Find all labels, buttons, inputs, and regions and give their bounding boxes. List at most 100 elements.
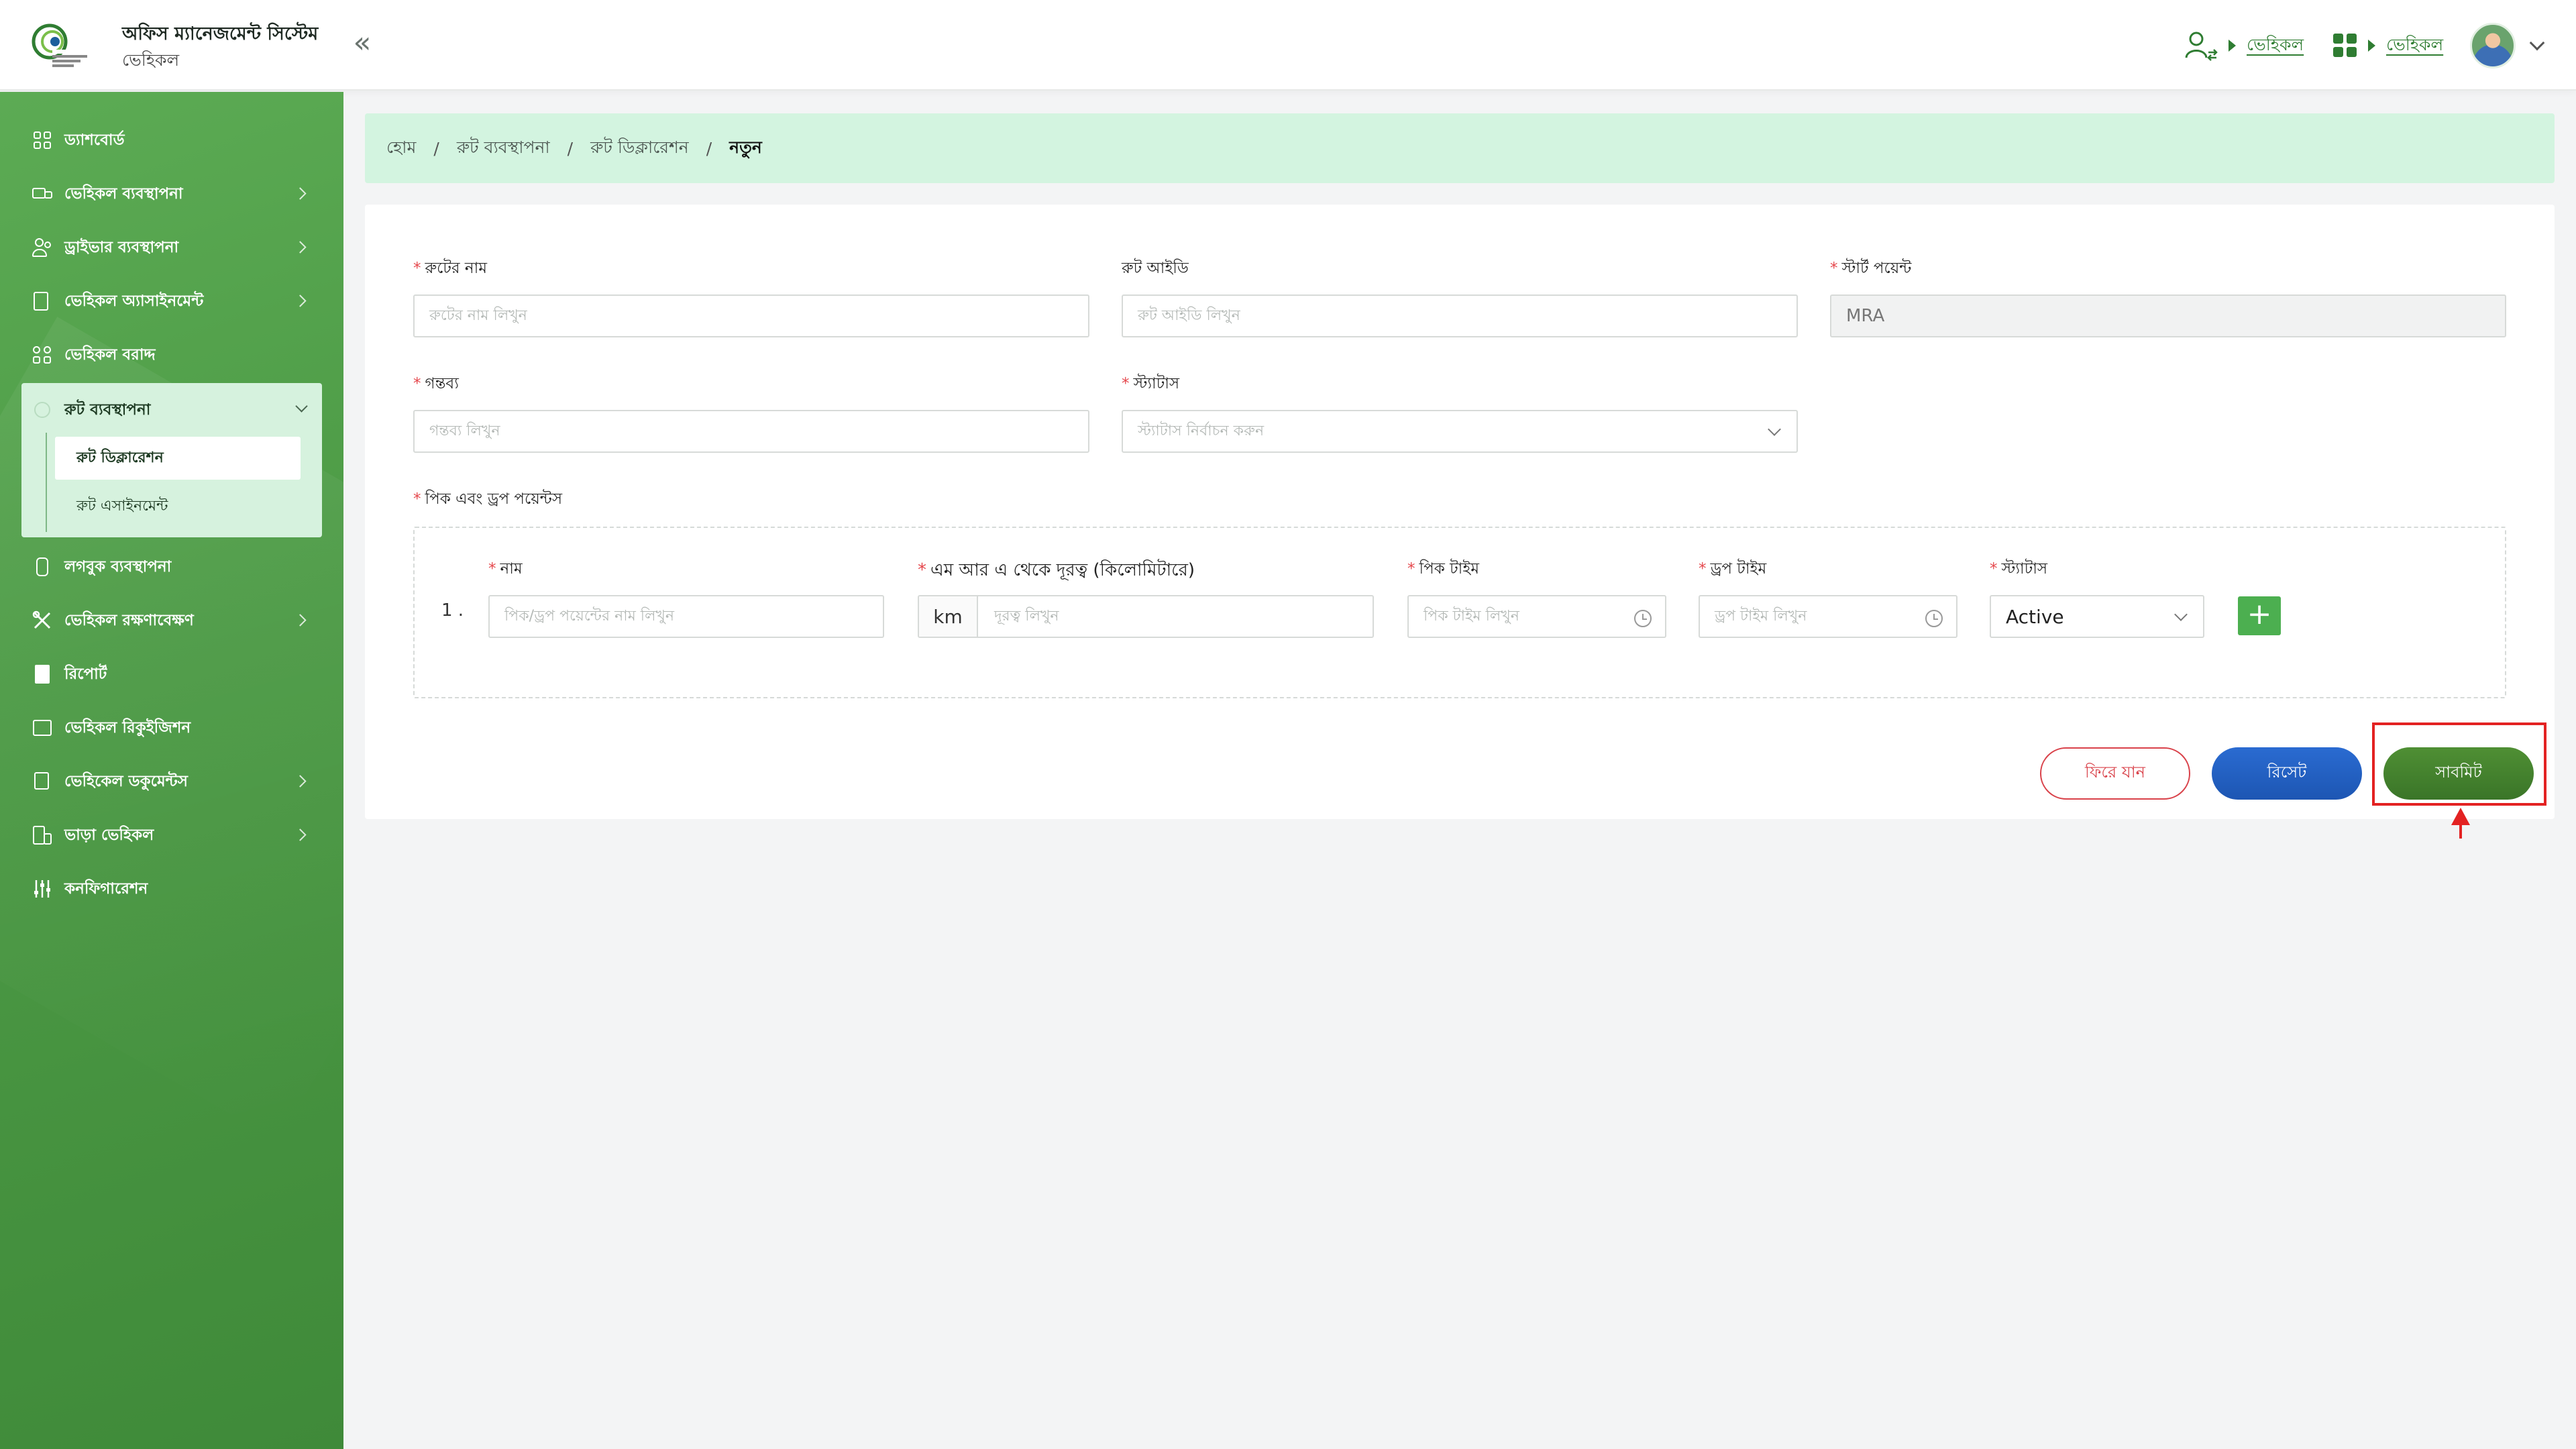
- config-icon: [32, 879, 52, 899]
- sidebar-item-rental-vehicle[interactable]: ভাড়া ভেহিকল: [0, 808, 343, 862]
- sidebar-item-label: ভেহিকল অ্যাসাইনমেন্ট: [64, 292, 204, 310]
- pd-pick-time-label: * পিক টাইম: [1407, 560, 1480, 578]
- requisition-icon: [32, 718, 52, 738]
- sidebar-item-logbook-management[interactable]: লগবুক ব্যবস্থাপনা: [0, 540, 343, 594]
- pd-pick-time-input[interactable]: পিক টাইম লিখুন: [1407, 595, 1666, 638]
- maintenance-icon: [32, 610, 52, 631]
- caret-right-icon: [2229, 40, 2236, 52]
- avatar[interactable]: [2470, 23, 2516, 68]
- pd-distance-input[interactable]: km দূরত্ব লিখুন: [918, 595, 1374, 638]
- breadcrumb-separator: /: [567, 138, 574, 158]
- submit-highlight-box: [2372, 722, 2546, 806]
- arrow-up-icon: [2451, 808, 2470, 825]
- start-point-label: * স্টার্ট পয়েন্ট: [1830, 260, 1912, 277]
- mra-logo-icon: [32, 23, 94, 67]
- route-id-input[interactable]: রুট আইডি লিখুন: [1122, 294, 1798, 337]
- allocation-icon: [32, 345, 52, 365]
- sidebar-item-label: কনফিগারেশন: [64, 879, 148, 898]
- status-label: * স্ট্যাটাস: [1122, 375, 1180, 392]
- pd-status-select[interactable]: Active: [1990, 595, 2204, 638]
- sidebar-item-dashboard[interactable]: ড্যাশবোর্ড: [0, 113, 343, 167]
- rental-icon: [32, 825, 52, 845]
- status-select[interactable]: স্ট্যাটাস নির্বাচন করুন: [1122, 410, 1798, 453]
- sidebar-item-label: ড্রাইভার ব্যবস্থাপনা: [64, 238, 179, 256]
- start-point-input: MRA: [1830, 294, 2506, 337]
- chevron-down-icon: [295, 400, 308, 413]
- breadcrumb-route-management[interactable]: রুট ব্যবস্থাপনা: [457, 134, 550, 163]
- sidebar-item-driver-management[interactable]: ড্রাইভার ব্যবস্থাপনা: [0, 221, 343, 274]
- sidebar-subitem-label: রুট এসাইনমেন্ট: [76, 497, 168, 515]
- sidebar-item-vehicle-documents[interactable]: ভেহিকেল ডকুমেন্টস: [0, 755, 343, 808]
- user-role-switcher[interactable]: ভেহিকল: [2184, 20, 2304, 71]
- double-chevron-left-icon[interactable]: «: [347, 28, 377, 59]
- module-link[interactable]: ভেহিকল: [2386, 32, 2443, 60]
- user-switch-icon: [2185, 32, 2218, 61]
- user-role-link[interactable]: ভেহিকল: [2247, 32, 2304, 60]
- sidebar-item-label: ড্যাশবোর্ড: [64, 131, 125, 149]
- submenu-guide-line: [46, 433, 47, 532]
- chevron-right-icon: [294, 614, 307, 627]
- sidebar-item-label: রুট ব্যবস্থাপনা: [64, 400, 151, 419]
- pd-name-input[interactable]: পিক/ড্রপ পয়েন্টের নাম লিখুন: [488, 595, 884, 638]
- sidebar-nav: ড্যাশবোর্ড ভেহিকল ব্যবস্থাপনা ড্রাইভার ব…: [0, 113, 343, 916]
- assignment-icon: [32, 291, 52, 311]
- route-name-label: * রুটের নাম: [413, 260, 488, 277]
- app-title: অফিস ম্যানেজমেন্ট সিস্টেম: [122, 23, 319, 44]
- sidebar-group-route-management: রুট ব্যবস্থাপনা রুট ডিক্লারেশন রুট এসাইন…: [21, 383, 322, 537]
- destination-input[interactable]: গন্তব্য লিখুন: [413, 410, 1089, 453]
- sidebar-item-label: ভেহিকল রক্ষণাবেক্ষণ: [64, 611, 194, 629]
- breadcrumb-separator: /: [433, 138, 439, 158]
- user-menu[interactable]: [2470, 20, 2545, 71]
- sidebar-item-route-management[interactable]: রুট ব্যবস্থাপনা: [21, 383, 322, 437]
- chevron-down-icon[interactable]: [2529, 35, 2545, 51]
- pd-drop-time-label: * ড্রপ টাইম: [1699, 560, 1767, 578]
- sidebar-item-vehicle-allocation[interactable]: ভেহিকল বরাদ্দ: [0, 328, 343, 382]
- apps-grid-icon: [2333, 34, 2357, 57]
- pick-drop-container: * নাম * এম আর এ থেকে দূরত্ব (কিলোমিটারে) *…: [413, 527, 2506, 698]
- chevron-down-icon: [1768, 423, 1781, 436]
- clock-icon: [1634, 610, 1652, 627]
- clock-icon: [1925, 610, 1943, 627]
- breadcrumb-current: নতুন: [729, 137, 762, 157]
- chevron-right-icon: [294, 187, 307, 200]
- breadcrumb-route-declaration[interactable]: রুট ডিক্লারেশন: [590, 134, 689, 163]
- chevron-right-icon: [294, 828, 307, 841]
- destination-label: * গন্তব্য: [413, 375, 459, 392]
- add-row-button[interactable]: +: [2238, 596, 2281, 635]
- pd-drop-time-input[interactable]: ড্রপ টাইম লিখুন: [1699, 595, 1957, 638]
- sidebar-item-label: ভেহিকল বরাদ্দ: [64, 345, 156, 364]
- route-icon: [32, 400, 52, 420]
- chevron-right-icon: [294, 241, 307, 254]
- reset-button[interactable]: রিসেট: [2212, 747, 2362, 800]
- caret-right-icon: [2368, 40, 2375, 52]
- breadcrumb: হোম / রুট ব্যবস্থাপনা / রুট ডিক্লারেশন /…: [365, 113, 2555, 183]
- sidebar-item-vehicle-maintenance[interactable]: ভেহিকল রক্ষণাবেক্ষণ: [0, 594, 343, 647]
- sidebar-subitem-route-assignment[interactable]: রুট এসাইনমেন্ট: [55, 485, 301, 528]
- sidebar-item-configuration[interactable]: কনফিগারেশন: [0, 862, 343, 916]
- sidebar-item-report[interactable]: রিপোর্ট: [0, 647, 343, 701]
- sidebar-item-label: ভাড়া ভেহিকল: [64, 826, 154, 844]
- sidebar: ড্যাশবোর্ড ভেহিকল ব্যবস্থাপনা ড্রাইভার ব…: [0, 92, 343, 1449]
- dashboard-icon: [32, 130, 52, 150]
- vehicle-icon: [32, 184, 52, 204]
- logbook-icon: [32, 557, 52, 577]
- driver-icon: [32, 237, 52, 258]
- documents-icon: [32, 771, 52, 792]
- back-button[interactable]: ফিরে যান: [2040, 747, 2190, 800]
- top-header: অফিস ম্যানেজমেন্ট সিস্টেম ভেহিকল « ভেহিক…: [0, 0, 2576, 91]
- sidebar-item-vehicle-assignment[interactable]: ভেহিকল অ্যাসাইনমেন্ট: [0, 274, 343, 328]
- sidebar-item-label: রিপোর্ট: [64, 665, 107, 683]
- sidebar-item-vehicle-requisition[interactable]: ভেহিকল রিকুইজিশন: [0, 701, 343, 755]
- route-id-label: রুট আইডি: [1122, 260, 1189, 277]
- breadcrumb-home[interactable]: হোম: [386, 134, 416, 163]
- sidebar-item-label: ভেহিকল ব্যবস্থাপনা: [64, 184, 183, 203]
- sidebar-item-label: লগবুক ব্যবস্থাপনা: [64, 557, 172, 576]
- sidebar-item-vehicle-management[interactable]: ভেহিকল ব্যবস্থাপনা: [0, 167, 343, 221]
- arrow-shaft: [2459, 824, 2462, 839]
- route-form-card: * রুটের নাম রুটের নাম লিখুন রুট আইডি রুট …: [365, 205, 2555, 819]
- pd-name-label: * নাম: [488, 560, 523, 578]
- pick-drop-label: * পিক এবং ড্রপ পয়েন্টস: [413, 490, 563, 508]
- module-switcher[interactable]: ভেহিকল: [2332, 20, 2443, 71]
- sidebar-subitem-route-declaration[interactable]: রুট ডিক্লারেশন: [55, 437, 301, 480]
- route-name-input[interactable]: রুটের নাম লিখুন: [413, 294, 1089, 337]
